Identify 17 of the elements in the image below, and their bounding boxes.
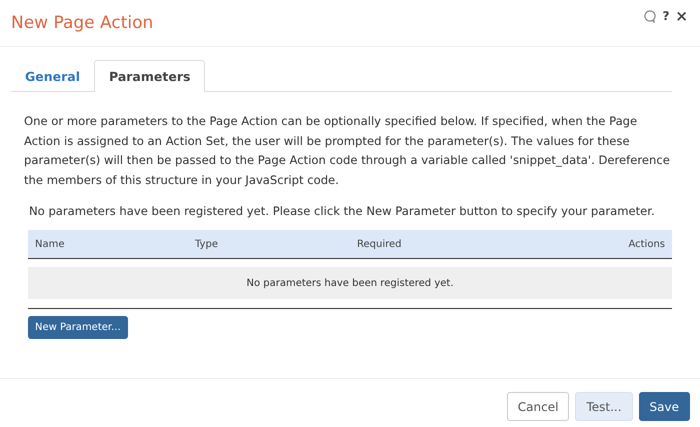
column-header: Name: [35, 238, 66, 250]
column-header: Actions: [627, 238, 665, 250]
dialog-button[interactable]: Test...: [575, 392, 633, 421]
new-parameter-button[interactable]: New Parameter...: [28, 316, 128, 339]
dialog-button[interactable]: Cancel: [506, 392, 570, 421]
dialog-button[interactable]: Save: [638, 392, 690, 421]
chat-icon[interactable]: [644, 10, 656, 22]
help-icon[interactable]: ?: [662, 9, 670, 23]
column-header: Required: [357, 238, 403, 250]
tab[interactable]: General: [11, 60, 94, 92]
empty-message: No parameters have been registered yet.: [28, 267, 672, 299]
close-icon[interactable]: ×: [675, 7, 688, 25]
column-header: Type: [195, 238, 219, 250]
notice-text: No parameters have been registered yet. Please click the New Parameter button to specify your parameter.: [29, 204, 656, 218]
description-text: One or more parameters to the Page Action can be optionally specified below. If specified, when the Page Action is assigned to an Action Set, the user will be prompted for the parameter(s). The values for these parameter(s) will then be passed to the Page Action code through a variable called 'snippet_data'. Dereference the members of this structure in your JavaScript code.: [24, 113, 671, 188]
dialog-title: New Page Action: [11, 13, 154, 33]
tab[interactable]: Parameters: [94, 60, 206, 92]
